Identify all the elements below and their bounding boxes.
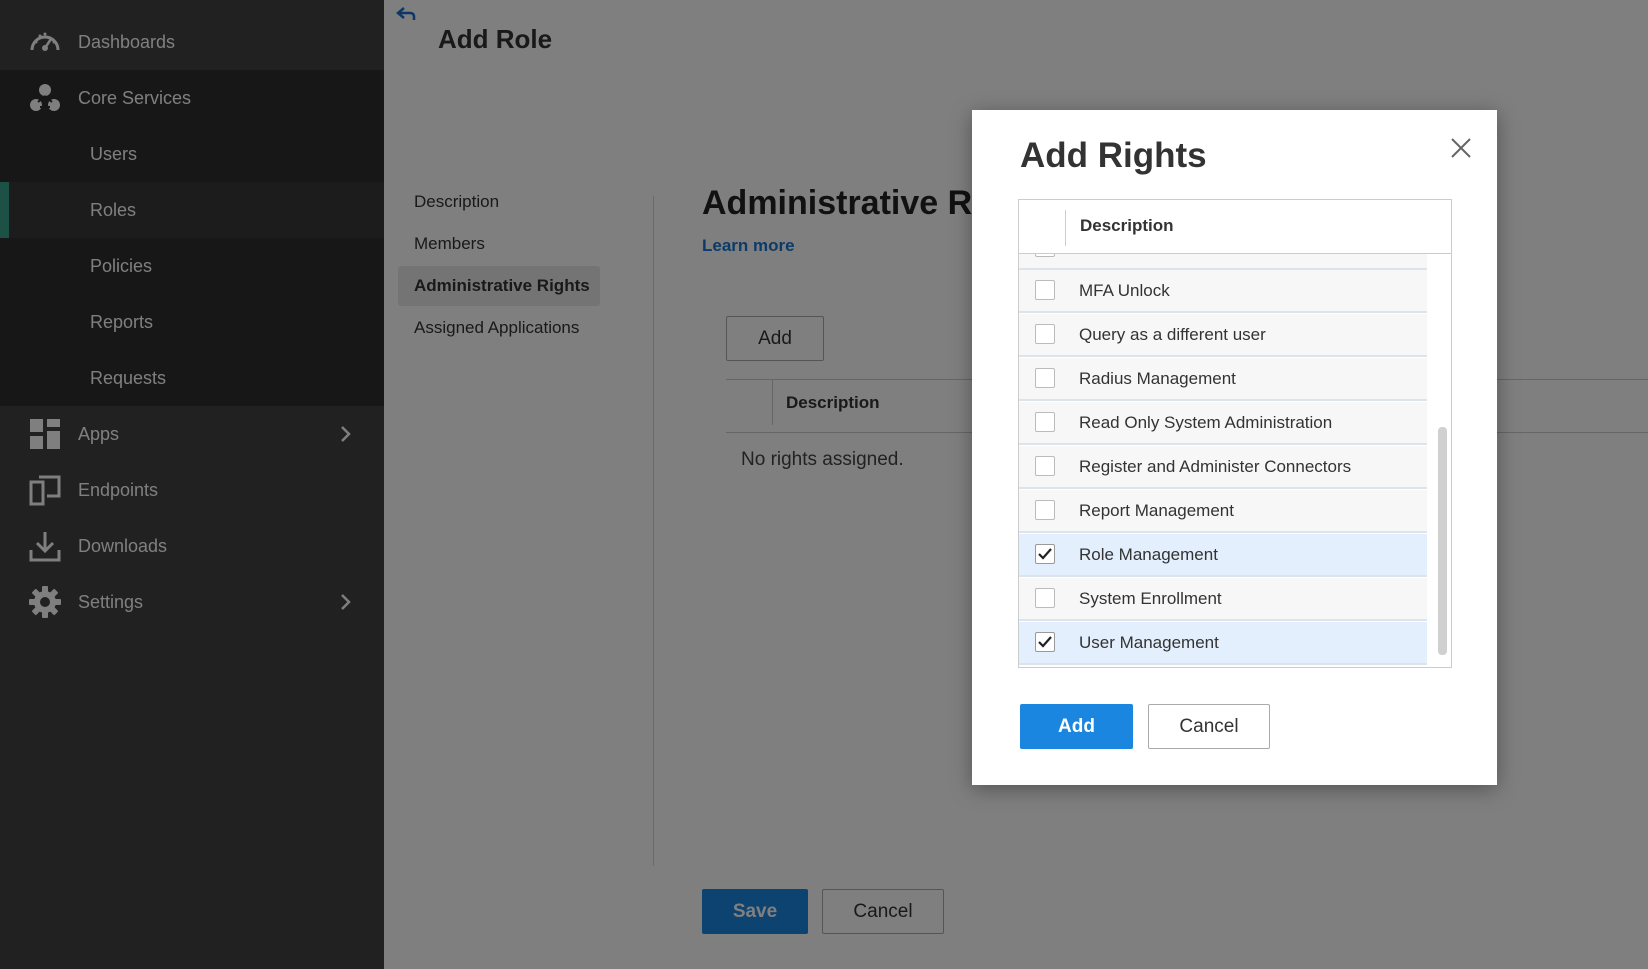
checkbox[interactable] (1035, 500, 1055, 520)
checkbox[interactable] (1035, 412, 1055, 432)
list-item[interactable]: Register and Administer Connectors (1019, 446, 1427, 489)
checkbox[interactable] (1035, 324, 1055, 344)
list-item[interactable]: User Management (1019, 622, 1427, 665)
right-label: Query as a different user (1079, 325, 1266, 344)
right-label: System Enrollment (1079, 589, 1222, 608)
checkbox[interactable] (1035, 280, 1055, 300)
right-label: Read Only System Administration (1079, 413, 1333, 432)
checkbox-checked[interactable] (1035, 544, 1055, 564)
list-header: Description (1019, 200, 1451, 254)
close-icon[interactable] (1449, 136, 1473, 160)
right-label: User Management (1079, 633, 1219, 652)
right-label: Report Management (1079, 501, 1234, 520)
list-item[interactable]: Radius Management (1019, 358, 1427, 401)
list-item[interactable]: System Enrollment (1019, 578, 1427, 621)
scrollbar[interactable] (1431, 254, 1451, 667)
checkmark-icon (1038, 636, 1052, 648)
checkbox[interactable] (1035, 588, 1055, 608)
scrollbar-thumb[interactable] (1438, 427, 1447, 655)
dialog-title: Add Rights (1020, 136, 1207, 175)
list-item[interactable]: Read Only System Administration (1019, 402, 1427, 445)
right-label: MFA Unlock (1079, 281, 1170, 300)
checkbox[interactable] (1035, 368, 1055, 388)
list-body[interactable]: MFA Unlock Query as a different user Rad… (1019, 254, 1427, 667)
list-item[interactable]: MFA Unlock (1019, 270, 1427, 313)
right-label: Role Management (1079, 545, 1218, 564)
rights-list: Description MFA Unlock Query as a differ… (1018, 199, 1452, 668)
right-label: Radius Management (1079, 369, 1236, 388)
checkbox[interactable] (1035, 254, 1055, 257)
right-label: Register and Administer Connectors (1079, 457, 1352, 476)
checkbox[interactable] (1035, 456, 1055, 476)
list-item[interactable] (1019, 254, 1427, 270)
column-separator (1065, 210, 1066, 246)
dialog-cancel-button[interactable]: Cancel (1148, 704, 1270, 749)
list-item[interactable]: Query as a different user (1019, 314, 1427, 357)
checkmark-icon (1038, 548, 1052, 560)
list-item[interactable]: Role Management (1019, 534, 1427, 577)
list-item[interactable]: Report Management (1019, 490, 1427, 533)
add-rights-dialog: Add Rights Description MFA Unlock Query … (972, 110, 1497, 785)
dialog-add-button[interactable]: Add (1020, 704, 1133, 749)
column-header-description: Description (1080, 216, 1174, 235)
checkbox-checked[interactable] (1035, 632, 1055, 652)
